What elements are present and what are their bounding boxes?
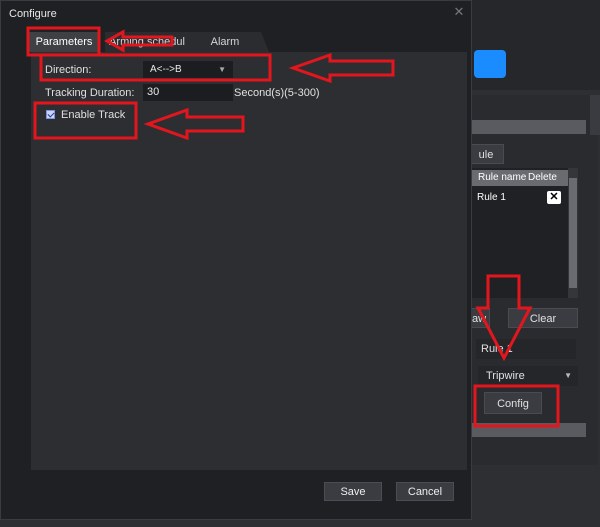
rule-tab[interactable]: ule: [468, 144, 504, 164]
rule-table-header: Rule name Delete: [472, 170, 568, 186]
rule-name-field[interactable]: Rule 1: [476, 339, 576, 359]
chevron-down-icon: ▼: [564, 371, 572, 380]
close-icon[interactable]: ✕: [451, 4, 467, 20]
background-scroll-edge[interactable]: [590, 95, 600, 135]
rule-table: [468, 168, 573, 298]
tracking-duration-label: Tracking Duration:: [45, 87, 135, 99]
tab-arming-schedule[interactable]: Arming schedul: [105, 32, 189, 52]
tab-parameters[interactable]: Parameters: [29, 32, 99, 52]
dialog-title: Configure: [9, 8, 57, 20]
rule-type-select[interactable]: Tripwire ▼: [478, 366, 578, 386]
rule-table-scroll-thumb[interactable]: [569, 178, 577, 288]
enable-track-label[interactable]: Enable Track: [61, 109, 125, 121]
cancel-button[interactable]: Cancel: [396, 482, 454, 501]
enable-track-checkbox[interactable]: [46, 110, 55, 119]
column-rule-name: Rule name: [478, 172, 527, 183]
direction-value: A<-->B: [150, 64, 182, 75]
rule-panel-header: [468, 120, 586, 134]
tab-alarm[interactable]: Alarm: [189, 32, 269, 52]
direction-label: Direction:: [45, 64, 92, 76]
background-blue-button[interactable]: [474, 50, 506, 78]
column-delete: Delete: [528, 172, 557, 183]
chevron-down-icon: ▼: [218, 65, 226, 74]
configure-dialog: Configure ✕ Parameters Arming schedul Al…: [0, 0, 472, 520]
tracking-duration-hint: Second(s)(5-300): [234, 87, 320, 99]
rule-row-name[interactable]: Rule 1: [477, 192, 506, 203]
clear-button[interactable]: Clear: [508, 308, 578, 328]
config-button[interactable]: Config: [484, 392, 542, 414]
rule-type-value: Tripwire: [486, 370, 525, 382]
save-button[interactable]: Save: [324, 482, 382, 501]
rule-panel-footer: [468, 423, 586, 437]
direction-select[interactable]: A<-->B ▼: [143, 61, 233, 78]
tracking-duration-input[interactable]: 30: [143, 84, 233, 101]
x-icon[interactable]: ✕: [547, 191, 561, 204]
